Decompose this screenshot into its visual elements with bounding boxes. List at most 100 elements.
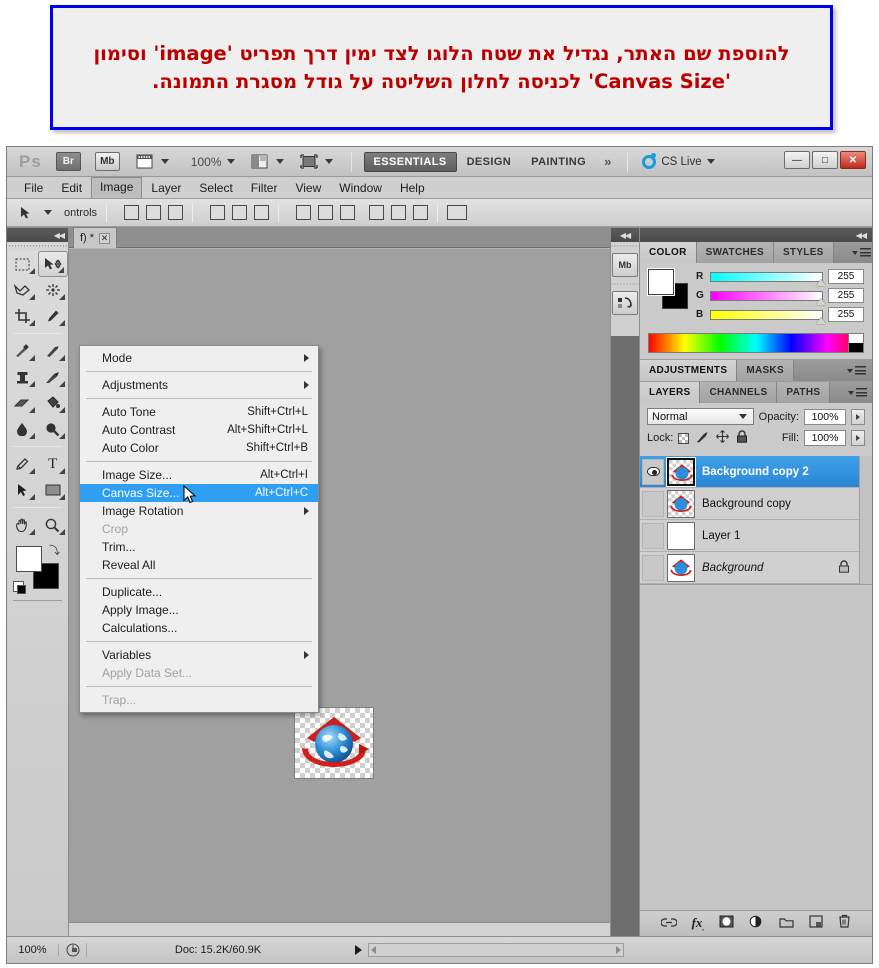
layer-thumbnail[interactable] <box>667 489 695 518</box>
distribute-vertical-centers-icon[interactable] <box>318 205 334 220</box>
table-row[interactable]: Background copy <box>640 488 872 520</box>
align-bottom-edges-icon[interactable] <box>168 205 184 220</box>
foreground-color-swatch[interactable] <box>16 546 42 572</box>
lock-image-pixels-icon[interactable] <box>696 431 709 446</box>
layer-style-icon[interactable]: fx. <box>692 915 705 933</box>
align-left-edges-icon[interactable] <box>210 205 226 220</box>
adjustments-panel-menu-button[interactable] <box>847 360 872 381</box>
blend-mode-caret-icon[interactable] <box>738 414 747 419</box>
clone-stamp-tool-icon[interactable] <box>7 364 38 390</box>
hand-tool-icon[interactable] <box>7 512 38 538</box>
zoom-tool-icon[interactable] <box>38 512 69 538</box>
scroll-left-arrow-icon[interactable] <box>371 946 376 954</box>
tab-paths[interactable]: PATHS <box>777 382 831 403</box>
dodge-tool-icon[interactable] <box>38 416 69 442</box>
color-value-g[interactable]: 255 <box>828 288 864 303</box>
bridge-button[interactable]: Br <box>55 152 81 171</box>
distribute-left-edges-icon[interactable] <box>369 205 385 220</box>
tools-panel-header[interactable]: ◀◀ <box>7 228 68 242</box>
panel-dock-header[interactable]: ◀◀ <box>640 228 872 242</box>
fill-value[interactable]: 100% <box>804 430 846 446</box>
restore-button[interactable]: □ <box>812 151 838 169</box>
lock-all-icon[interactable] <box>736 430 748 446</box>
path-selection-tool-icon[interactable] <box>7 477 38 503</box>
document-tab[interactable]: f) * ✕ <box>73 227 118 248</box>
status-popup-arrow-icon[interactable] <box>355 945 362 955</box>
zoom-caret-icon[interactable] <box>226 159 235 164</box>
distribute-right-edges-icon[interactable] <box>413 205 429 220</box>
lock-position-icon[interactable] <box>716 430 730 446</box>
align-vertical-centers-icon[interactable] <box>146 205 162 220</box>
tab-channels[interactable]: CHANNELS <box>700 382 778 403</box>
menu-help[interactable]: Help <box>391 178 434 198</box>
menu-filter[interactable]: Filter <box>242 178 287 198</box>
opacity-value[interactable]: 100% <box>804 408 846 425</box>
screen-mode-icon[interactable] <box>298 152 320 171</box>
color-slider-track-g[interactable] <box>710 290 826 305</box>
layer-thumbnail[interactable] <box>667 521 695 550</box>
arrange-caret-icon[interactable] <box>275 159 284 164</box>
canvas-image-logo[interactable] <box>294 707 374 779</box>
color-slider-track-b[interactable] <box>710 309 826 324</box>
color-foreground-swatch[interactable] <box>647 268 675 296</box>
menu-window[interactable]: Window <box>330 178 391 198</box>
view-extras-icon[interactable] <box>134 152 156 171</box>
add-layer-mask-icon[interactable] <box>719 915 734 933</box>
workspace-tab-painting[interactable]: PAINTING <box>521 152 596 172</box>
blend-mode-select[interactable]: Normal <box>647 408 754 425</box>
color-spectrum-ramp[interactable] <box>648 333 864 353</box>
menu-item-image-rotation[interactable]: Image Rotation <box>80 502 318 520</box>
menu-item-mode[interactable]: Mode <box>80 349 318 367</box>
new-group-icon[interactable] <box>779 915 795 933</box>
layers-panel-menu-button[interactable] <box>848 382 872 403</box>
color-slider-thumb-g[interactable] <box>816 297 826 305</box>
paint-bucket-tool-icon[interactable] <box>38 390 69 416</box>
menu-file[interactable]: File <box>15 178 52 198</box>
align-right-edges-icon[interactable] <box>254 205 270 220</box>
collapsed-dock-header[interactable]: ◀◀ <box>611 228 639 242</box>
layer-visibility-toggle[interactable] <box>642 522 664 549</box>
menu-item-trim[interactable]: Trim... <box>80 538 318 556</box>
default-colors-icon[interactable] <box>13 581 26 594</box>
history-panel-icon[interactable] <box>612 291 638 315</box>
workspace-tab-design[interactable]: DESIGN <box>457 152 522 172</box>
move-tool-icon[interactable] <box>37 251 68 277</box>
menu-item-adjustments[interactable]: Adjustments <box>80 376 318 394</box>
layer-visibility-toggle[interactable] <box>642 490 664 517</box>
brush-tool-icon[interactable] <box>38 338 69 364</box>
collapsed-dock-grip[interactable] <box>611 242 639 250</box>
mini-bridge-button[interactable]: Mb <box>94 152 120 171</box>
workspace-tab-essentials[interactable]: ESSENTIALS <box>363 151 457 172</box>
document-tab-close-icon[interactable]: ✕ <box>99 232 111 244</box>
color-slider-thumb-b[interactable] <box>816 316 826 324</box>
align-horizontal-centers-icon[interactable] <box>232 205 248 220</box>
delete-layer-icon[interactable] <box>838 914 851 933</box>
menu-select[interactable]: Select <box>190 178 241 198</box>
tab-layers[interactable]: LAYERS <box>640 382 701 403</box>
spot-healing-brush-tool-icon[interactable] <box>7 338 38 364</box>
distribute-bottom-edges-icon[interactable] <box>340 205 356 220</box>
collapse-tools-icon[interactable]: ◀◀ <box>54 231 65 240</box>
layer-visibility-toggle[interactable] <box>642 458 664 485</box>
tab-masks[interactable]: MASKS <box>737 360 794 381</box>
distribute-top-edges-icon[interactable] <box>296 205 312 220</box>
layers-scrollbar[interactable] <box>859 456 872 584</box>
menu-item-reveal-all[interactable]: Reveal All <box>80 556 318 574</box>
menu-item-image-size[interactable]: Image Size... Alt+Ctrl+I <box>80 466 318 484</box>
tools-panel-grip[interactable] <box>7 242 68 251</box>
status-zoom-level[interactable]: 100% <box>7 944 59 956</box>
move-tool-options-icon[interactable] <box>19 206 52 220</box>
menu-layer[interactable]: Layer <box>142 178 190 198</box>
mini-bridge-panel-icon[interactable]: Mb <box>612 253 638 277</box>
menu-item-variables[interactable]: Variables <box>80 646 318 664</box>
lock-transparent-pixels-icon[interactable] <box>678 432 690 444</box>
menu-edit[interactable]: Edit <box>52 178 91 198</box>
color-value-b[interactable]: 255 <box>828 307 864 322</box>
new-layer-icon[interactable] <box>809 914 824 933</box>
lasso-tool-icon[interactable] <box>7 277 38 303</box>
type-tool-icon[interactable]: T <box>38 451 69 477</box>
document-info-icon[interactable] <box>59 943 87 957</box>
cs-live-button[interactable]: CS Live <box>642 152 715 169</box>
layer-visibility-toggle[interactable] <box>642 554 664 581</box>
table-row[interactable]: Background copy 2 <box>640 456 872 488</box>
